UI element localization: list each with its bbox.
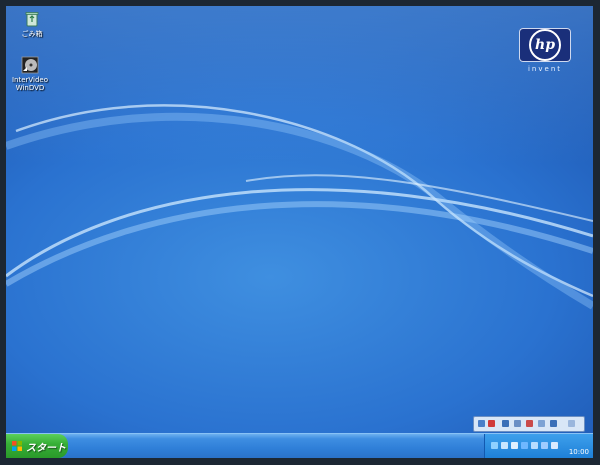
ime-icon[interactable] [478,420,485,427]
desktop-icon-recycle-bin[interactable]: ごみ箱 [10,10,54,38]
wallpaper-swoosh [6,104,593,310]
hp-tagline: invent [527,65,562,73]
desktop[interactable]: ごみ箱 InterVideo WinDVD hp invent スタート 10:… [6,6,593,458]
tools-icon[interactable] [538,420,545,427]
security-icon[interactable] [521,442,528,449]
hp-logo: hp invent [519,28,571,73]
windvd-icon [21,56,39,74]
usb-icon[interactable] [541,442,548,449]
volume-icon[interactable] [551,442,558,449]
system-tray[interactable]: 10:00 [484,434,593,458]
taskbar[interactable]: スタート 10:00 [6,433,593,458]
ime-mode-icon[interactable] [488,420,495,427]
dictionary-icon[interactable] [514,420,521,427]
recycle-bin-icon [23,10,41,28]
start-button[interactable]: スタート [6,434,68,458]
desktop-icon-label: InterVideo WinDVD [11,76,49,92]
input-mode-icon[interactable] [502,420,509,427]
hp-logo-mark: hp [529,29,561,61]
wireless-icon[interactable] [501,442,508,449]
help-icon[interactable] [550,420,557,427]
options-icon[interactable] [568,420,575,427]
start-label: スタート [26,442,66,454]
desktop-icon-label: ごみ箱 [21,30,43,38]
battery-icon[interactable] [511,442,518,449]
hp-badge: hp [519,28,571,62]
network-icon[interactable] [491,442,498,449]
desktop-icon-windvd[interactable]: InterVideo WinDVD [8,56,52,92]
pad-icon[interactable] [526,420,533,427]
display-icon[interactable] [531,442,538,449]
clock[interactable]: 10:00 [569,448,589,456]
windows-flag-icon [12,441,22,451]
language-bar[interactable] [473,416,585,432]
